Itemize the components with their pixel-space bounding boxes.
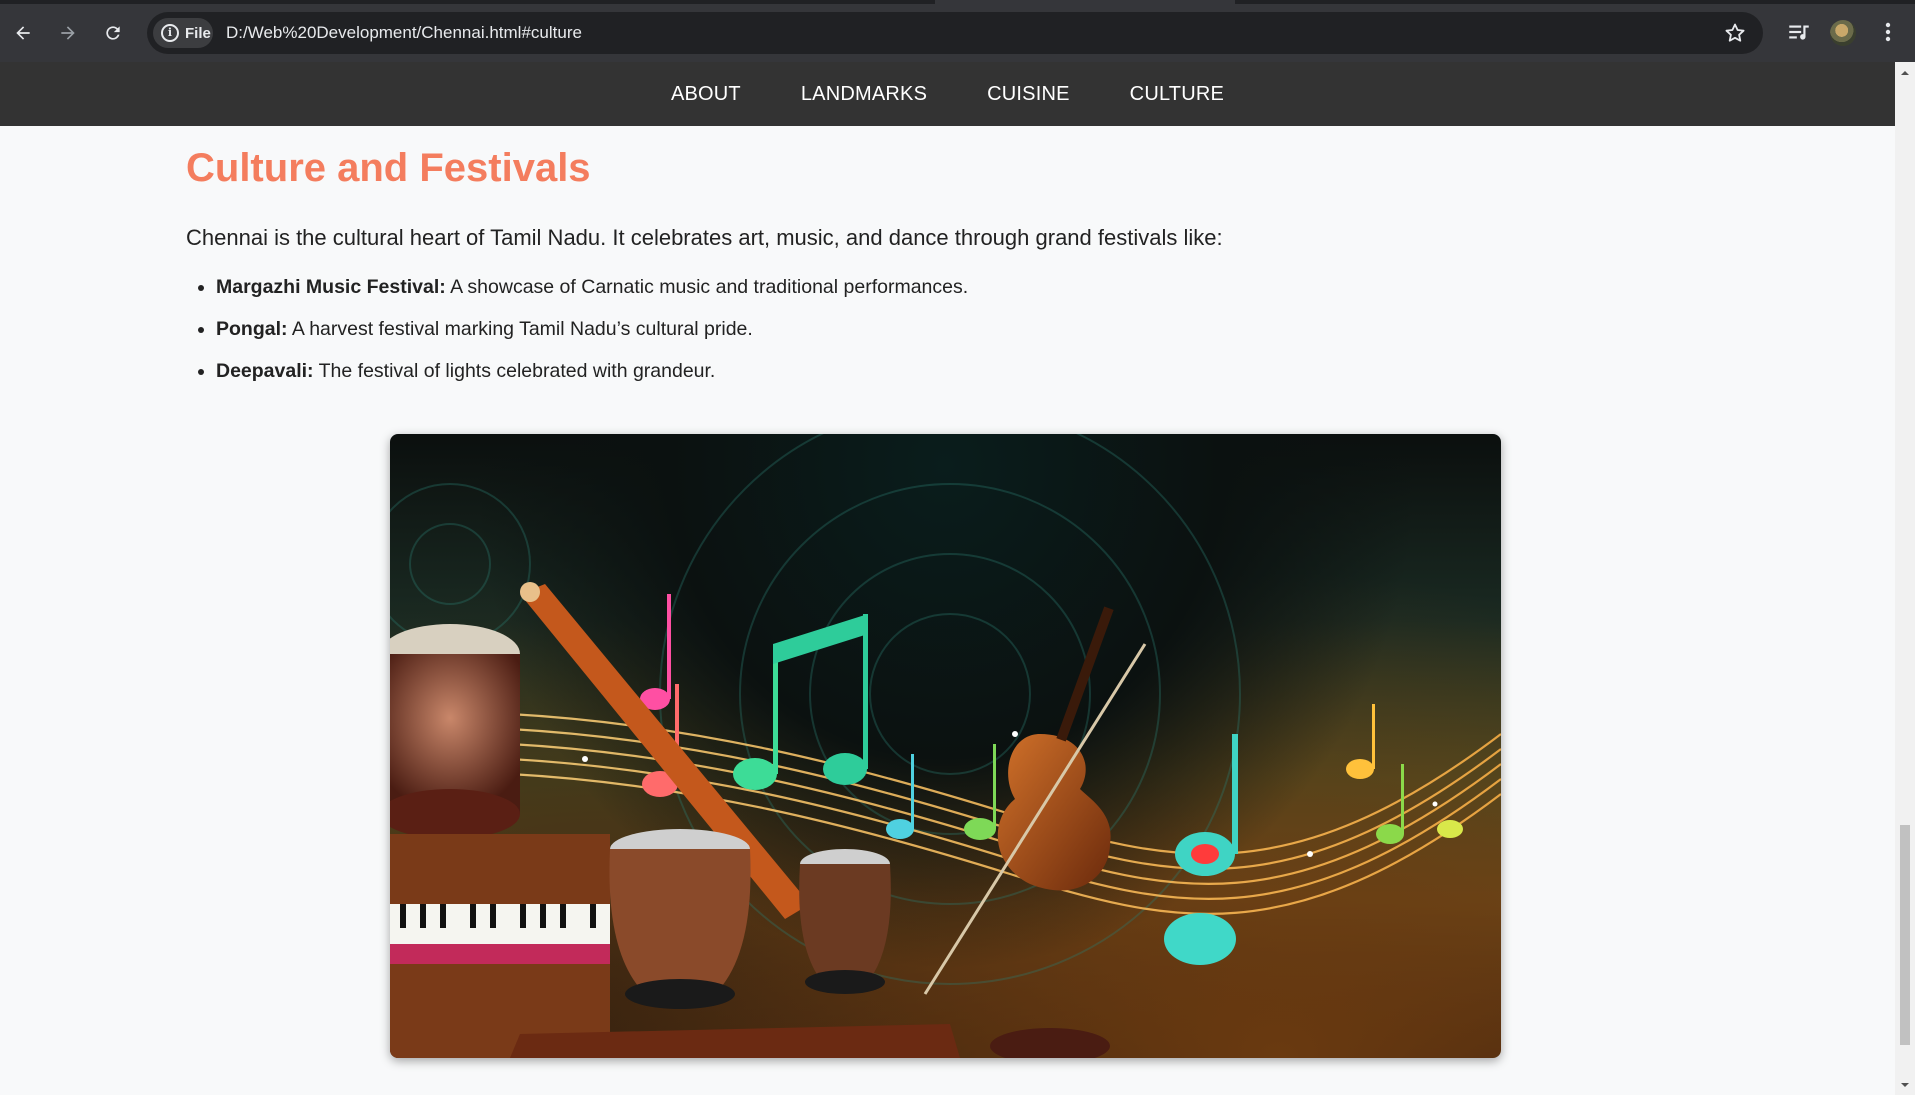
festival-list: Margazhi Music Festival: A showcase of C… xyxy=(186,275,968,401)
list-item: Deepavali: The festival of lights celebr… xyxy=(216,359,968,401)
profile-avatar[interactable] xyxy=(1830,20,1856,46)
url-text[interactable]: D:/Web%20Development/Chennai.html#cultur… xyxy=(226,23,582,43)
bookmark-star-icon[interactable] xyxy=(1723,21,1747,45)
reload-icon xyxy=(106,26,120,40)
forward-button[interactable] xyxy=(51,16,85,50)
festival-description: The festival of lights celebrated with g… xyxy=(313,360,716,382)
scrollbar-thumb[interactable] xyxy=(1900,825,1910,1045)
section-title: Culture and Festivals xyxy=(186,146,591,190)
festival-name: Deepavali: xyxy=(216,360,314,382)
festival-name: Margazhi Music Festival: xyxy=(216,276,446,298)
intro-paragraph: Chennai is the cultural heart of Tamil N… xyxy=(186,225,1223,250)
page-scrollbar[interactable] xyxy=(1895,62,1915,1095)
info-icon: i xyxy=(161,24,179,42)
menu-kebab-icon[interactable] xyxy=(1878,18,1898,46)
list-item: Pongal: A harvest festival marking Tamil… xyxy=(216,317,968,359)
active-tab-edge xyxy=(935,0,1235,4)
nav-link-cuisine[interactable]: CUISINE xyxy=(987,83,1070,106)
browser-toolbar: i File D:/Web%20Development/Chennai.html… xyxy=(0,0,1915,62)
address-bar[interactable]: i File D:/Web%20Development/Chennai.html… xyxy=(147,12,1763,54)
site-info-chip[interactable]: i File xyxy=(153,18,213,48)
festival-description: A harvest festival marking Tamil Nadu’s … xyxy=(287,318,753,340)
back-button[interactable] xyxy=(6,16,40,50)
scroll-down-arrow-icon[interactable] xyxy=(1900,1080,1910,1090)
back-arrow-icon xyxy=(16,26,30,40)
forward-arrow-icon xyxy=(61,26,75,40)
scroll-up-arrow-icon[interactable] xyxy=(1900,68,1910,78)
culture-image xyxy=(390,434,1501,1058)
instruments-illustration xyxy=(390,434,1501,1058)
file-chip-label: File xyxy=(185,24,211,42)
festival-description: A showcase of Carnatic music and traditi… xyxy=(445,276,969,298)
page-viewport: ABOUT LANDMARKS CUISINE CULTURE Culture … xyxy=(0,62,1895,1095)
reload-button[interactable] xyxy=(96,16,130,50)
site-navbar: ABOUT LANDMARKS CUISINE CULTURE xyxy=(0,62,1895,126)
list-item: Margazhi Music Festival: A showcase of C… xyxy=(216,275,968,317)
nav-link-landmarks[interactable]: LANDMARKS xyxy=(801,83,927,106)
media-queue-icon[interactable] xyxy=(1786,19,1812,45)
nav-link-about[interactable]: ABOUT xyxy=(671,83,741,106)
nav-link-culture[interactable]: CULTURE xyxy=(1130,83,1224,106)
festival-name: Pongal: xyxy=(216,318,288,340)
